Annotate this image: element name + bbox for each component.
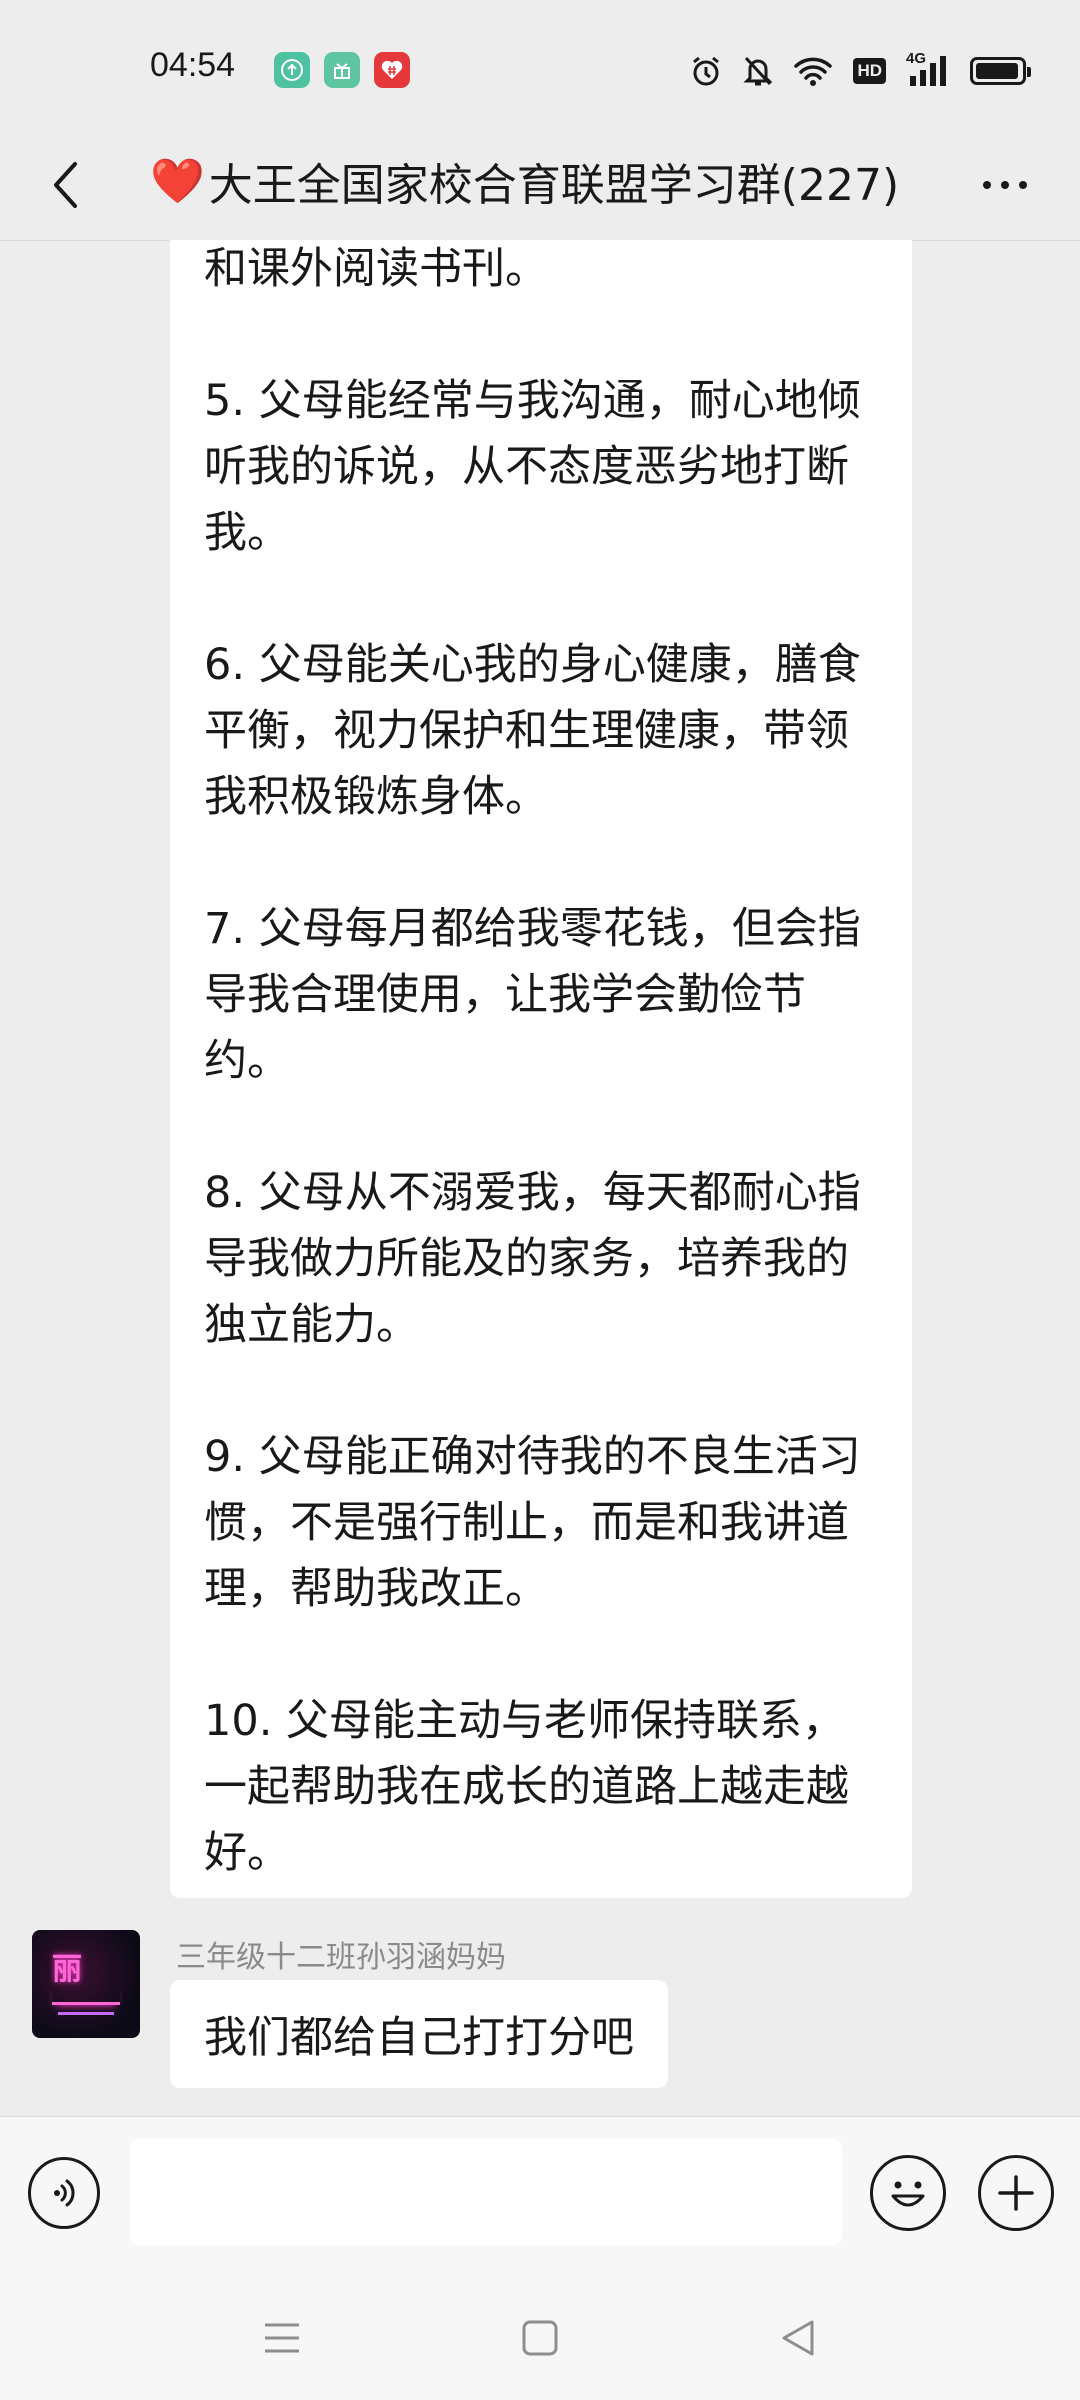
more-dot	[1019, 181, 1027, 189]
battery-level	[976, 63, 1018, 79]
plus-icon	[998, 2175, 1034, 2211]
plus-button[interactable]	[978, 2155, 1054, 2231]
home-icon	[522, 2320, 558, 2356]
group-name: 大王全国家校合育联盟学习群(227)	[208, 160, 900, 211]
wifi-icon	[794, 57, 833, 86]
chat-title[interactable]: ❤️ 大王全国家校合育联盟学习群(227)	[150, 146, 930, 216]
alarm-icon	[693, 56, 720, 86]
chevron-left-icon	[54, 162, 77, 208]
system-nav-bar	[0, 2272, 1080, 2400]
back-button[interactable]	[30, 150, 100, 220]
network-label: 4G	[906, 50, 927, 67]
status-indicators: HD 4G	[689, 50, 1031, 88]
home-button[interactable]	[510, 2308, 570, 2368]
message-item-7: 7. 父母每月都给我零花钱，但会指导我合理使用，让我学会勤俭节约。	[204, 904, 861, 1086]
emoji-button[interactable]	[870, 2155, 946, 2231]
more-dot	[983, 181, 991, 189]
message-item-9: 9. 父母能正确对待我的不良生活习惯，不是强行制止，而是和我讲道理，帮助我改正。	[204, 1432, 861, 1614]
avatar-neon-line	[52, 1984, 120, 2005]
message-input[interactable]	[130, 2139, 842, 2245]
sender-name: 三年级十二班孙羽涵妈妈	[176, 1940, 506, 1975]
message-bubble-long[interactable]: 和课外阅读书刊。 5. 父母能经常与我沟通，耐心地倾听我的诉说，从不态度恶劣地打…	[170, 240, 912, 1898]
message-line: 和课外阅读书刊。	[204, 244, 548, 294]
message-item-5: 5. 父母能经常与我沟通，耐心地倾听我的诉说，从不态度恶劣地打断我。	[204, 376, 861, 558]
back-triangle-icon	[782, 2320, 814, 2356]
gift-app-icon	[324, 52, 360, 88]
more-dot	[1001, 181, 1009, 189]
signal-4g-icon: 4G	[906, 50, 950, 88]
message-item-10: 10. 父母能主动与老师保持联系，一起帮助我在成长的道路上越走越好。	[204, 1696, 849, 1878]
heart-emoji: ❤️	[150, 156, 205, 207]
input-bar	[0, 2116, 1080, 2273]
emoji-icon	[891, 2181, 925, 2207]
voice-icon	[54, 2179, 75, 2207]
avatar-text: 丽	[52, 1952, 82, 1987]
menu-icon	[265, 2323, 299, 2353]
mute-icon	[743, 56, 774, 86]
message-bubble-reply[interactable]: 我们都给自己打打分吧	[170, 1980, 668, 2088]
back-nav-button[interactable]	[768, 2308, 828, 2368]
avatar-neon-line	[58, 2012, 114, 2015]
heart-grid-app-icon	[374, 52, 410, 88]
battery-icon	[970, 57, 1031, 85]
more-button[interactable]	[970, 150, 1040, 220]
avatar[interactable]: 丽	[32, 1930, 140, 2038]
status-time: 04:54	[150, 46, 236, 84]
status-bar: 04:54 HD 4G	[0, 0, 1080, 140]
voice-button[interactable]	[28, 2157, 100, 2229]
chat-header: ❤️ 大王全国家校合育联盟学习群(227)	[0, 130, 1080, 240]
menu-button[interactable]	[252, 2308, 312, 2368]
message-item-6: 6. 父母能关心我的身心健康，膳食平衡，视力保护和生理健康，带领我积极锻炼身体。	[204, 640, 861, 822]
upload-app-icon	[274, 52, 310, 88]
message-item-8: 8. 父母从不溺爱我，每天都耐心指导我做力所能及的家务，培养我的独立能力。	[204, 1168, 861, 1350]
hd-icon: HD	[853, 58, 886, 84]
